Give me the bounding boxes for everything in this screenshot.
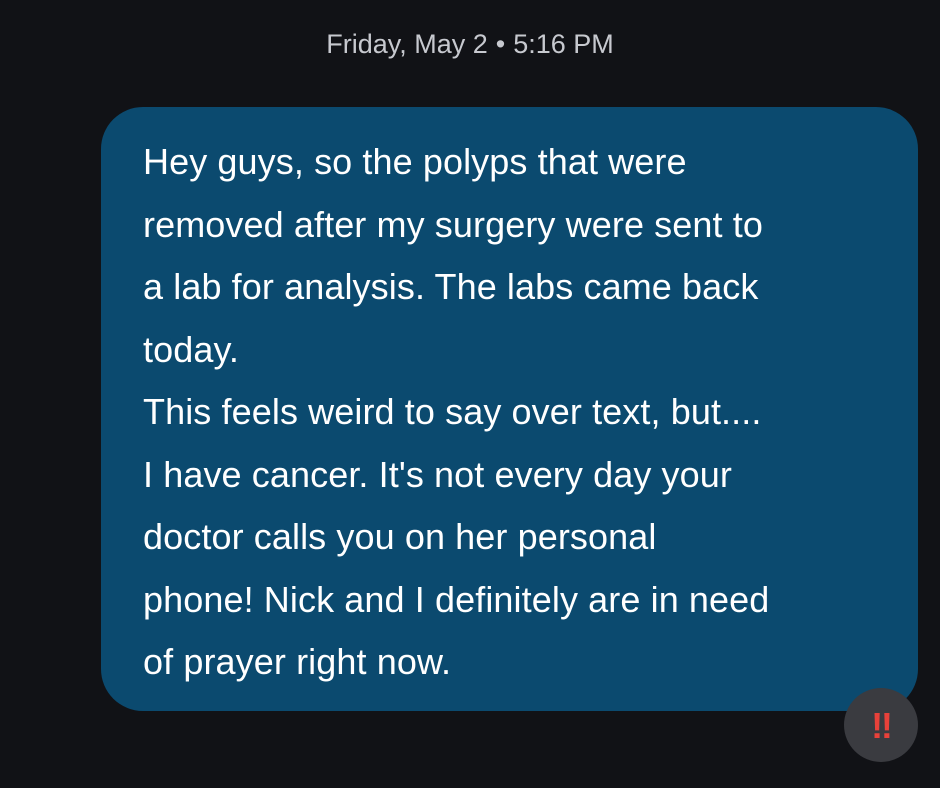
timestamp-separator: • — [495, 29, 506, 59]
double-exclamation-icon: ‼ — [871, 705, 893, 746]
timestamp-time: 5:16 PM — [513, 29, 614, 59]
message-line: a lab for analysis. The labs came back — [143, 266, 759, 307]
message-line: doctor calls you on her personal — [143, 516, 657, 557]
message-line: Hey guys, so the polyps that were — [143, 141, 687, 182]
timestamp-day: Friday, May 2 — [326, 29, 488, 59]
message-line: removed after my surgery were sent to — [143, 203, 763, 245]
message-line: phone! Nick and I definitely are in need — [143, 578, 770, 620]
message-line: of prayer right now. — [143, 641, 452, 682]
message-line: This feels weird to say over text, but..… — [143, 391, 762, 432]
message-bubble[interactable]: Hey guys, so the polyps that were remove… — [101, 107, 918, 711]
reaction-badge[interactable]: ‼ — [844, 688, 918, 762]
message-line: I have cancer. It's not every day your — [143, 453, 732, 495]
message-line: today. — [143, 328, 239, 370]
message-timestamp: Friday, May 2 • 5:16 PM — [0, 22, 940, 66]
